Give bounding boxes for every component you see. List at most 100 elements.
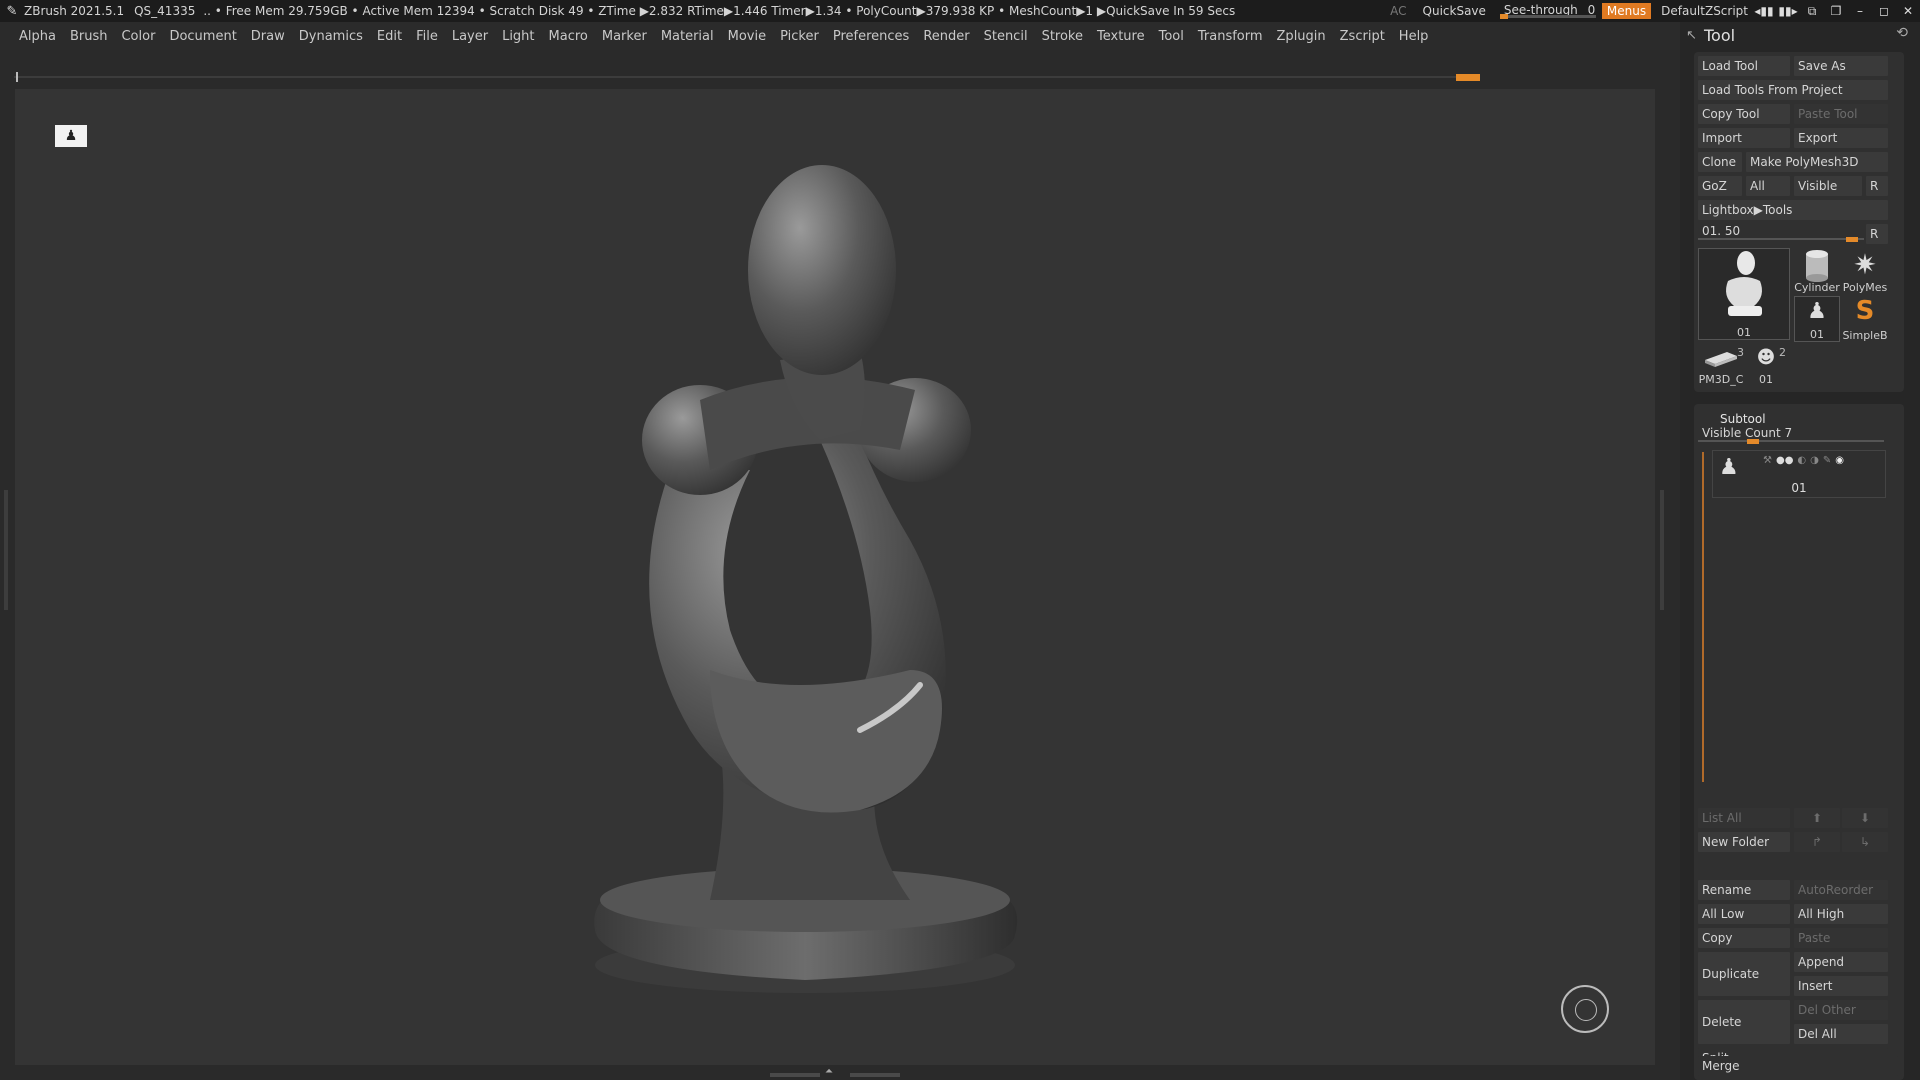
- minimize-icon[interactable]: –: [1848, 4, 1872, 18]
- menu-tool[interactable]: Tool: [1152, 29, 1191, 44]
- menu-marker[interactable]: Marker: [595, 29, 654, 44]
- move-into-folder-icon[interactable]: ↱: [1794, 832, 1840, 852]
- load-tool-button[interactable]: Load Tool: [1698, 56, 1790, 76]
- goz-all-button[interactable]: All: [1746, 176, 1790, 196]
- pin-icon[interactable]: ↖: [1686, 28, 1704, 43]
- scroll-left-icon[interactable]: ◂▮▮: [1752, 4, 1776, 18]
- merge-section[interactable]: Merge: [1698, 1056, 1898, 1076]
- tool-thumb-polymesh[interactable]: ✷ PolyMes: [1842, 248, 1888, 294]
- goz-visible-button[interactable]: Visible: [1794, 176, 1862, 196]
- pen-icon[interactable]: ✎: [1823, 455, 1831, 466]
- tool-thumb-01-small[interactable]: ☻ 2 01: [1746, 346, 1786, 386]
- menu-movie[interactable]: Movie: [721, 29, 773, 44]
- goz-button[interactable]: GoZ: [1698, 176, 1742, 196]
- half-circle-alt-icon[interactable]: ◑: [1810, 455, 1819, 466]
- paste-button[interactable]: Paste: [1794, 928, 1888, 948]
- quicksave-button[interactable]: QuickSave: [1415, 4, 1494, 18]
- right-tray-toggle[interactable]: [1660, 490, 1664, 610]
- menu-transform[interactable]: Transform: [1191, 29, 1270, 44]
- duplicate-button[interactable]: Duplicate: [1698, 952, 1790, 996]
- subtool-scrollbar[interactable]: [1702, 452, 1704, 782]
- subtool-item[interactable]: ♟ ⚒ ●● ◐ ◑ ✎ ◉ 01: [1712, 450, 1886, 498]
- menu-macro[interactable]: Macro: [542, 29, 595, 44]
- sculpt-model[interactable]: [560, 110, 1060, 1010]
- menu-dynamics[interactable]: Dynamics: [292, 29, 370, 44]
- menu-preferences[interactable]: Preferences: [826, 29, 916, 44]
- menu-file[interactable]: File: [409, 29, 445, 44]
- all-low-button[interactable]: All Low: [1698, 904, 1790, 924]
- list-all-button[interactable]: List All: [1698, 808, 1790, 828]
- export-button[interactable]: Export: [1794, 128, 1888, 148]
- tool-thumb-current[interactable]: 01: [1698, 248, 1790, 340]
- menu-light[interactable]: Light: [495, 29, 541, 44]
- move-down-icon[interactable]: ⬇: [1842, 808, 1888, 828]
- clone-button[interactable]: Clone: [1698, 152, 1742, 172]
- ac-toggle[interactable]: AC: [1382, 4, 1414, 18]
- save-as-button[interactable]: Save As: [1794, 56, 1888, 76]
- scroll-right-icon[interactable]: ▮▮▸: [1776, 4, 1800, 18]
- move-up-icon[interactable]: ⬆: [1794, 808, 1840, 828]
- menu-zplugin[interactable]: Zplugin: [1270, 29, 1333, 44]
- move-out-folder-icon[interactable]: ↳: [1842, 832, 1888, 852]
- brush-icon[interactable]: ⚒: [1763, 455, 1772, 466]
- new-folder-button[interactable]: New Folder: [1698, 832, 1790, 852]
- menu-alpha[interactable]: Alpha: [12, 29, 63, 44]
- maximize-icon[interactable]: ◻: [1872, 4, 1896, 18]
- menu-draw[interactable]: Draw: [244, 29, 292, 44]
- toggle-icon[interactable]: ●●: [1776, 455, 1793, 466]
- goz-r-button[interactable]: R: [1866, 176, 1888, 196]
- append-button[interactable]: Append: [1794, 952, 1888, 972]
- auto-reorder-button[interactable]: AutoReorder: [1794, 880, 1888, 900]
- close-icon[interactable]: ✕: [1896, 4, 1920, 18]
- copy-button[interactable]: Copy: [1698, 928, 1790, 948]
- lightbox-tools-button[interactable]: Lightbox▶Tools: [1698, 200, 1888, 220]
- left-tray-toggle[interactable]: [4, 490, 8, 610]
- load-tools-from-project-button[interactable]: Load Tools From Project: [1698, 80, 1888, 100]
- tool-slider-r-button[interactable]: R: [1866, 224, 1888, 244]
- menu-layer[interactable]: Layer: [445, 29, 495, 44]
- copy-tool-button[interactable]: Copy Tool: [1698, 104, 1790, 124]
- menu-material[interactable]: Material: [654, 29, 721, 44]
- all-high-button[interactable]: All High: [1794, 904, 1888, 924]
- menu-stroke[interactable]: Stroke: [1035, 29, 1090, 44]
- navigation-gizmo-icon[interactable]: [1561, 985, 1609, 1033]
- see-through-knob[interactable]: [1499, 14, 1508, 19]
- tool-preview-icon[interactable]: ♟: [55, 125, 87, 147]
- del-other-button[interactable]: Del Other: [1794, 1000, 1888, 1020]
- del-all-button[interactable]: Del All: [1794, 1024, 1888, 1044]
- import-button[interactable]: Import: [1698, 128, 1790, 148]
- rename-button[interactable]: Rename: [1698, 880, 1790, 900]
- timeline[interactable]: [14, 72, 1480, 82]
- menu-zscript[interactable]: Zscript: [1333, 29, 1392, 44]
- menu-brush[interactable]: Brush: [63, 29, 115, 44]
- restore-layout-icon[interactable]: ❐: [1824, 4, 1848, 18]
- visible-count-slider[interactable]: Visible Count 7: [1698, 424, 1884, 444]
- tool-thumb-simplebrush[interactable]: S SimpleB: [1842, 296, 1888, 342]
- timeline-start-marker[interactable]: [16, 72, 18, 82]
- eye-icon[interactable]: ◉: [1835, 455, 1844, 466]
- half-circle-icon[interactable]: ◐: [1797, 455, 1806, 466]
- menu-picker[interactable]: Picker: [773, 29, 826, 44]
- tool-slider-knob[interactable]: [1845, 237, 1858, 242]
- tool-thumb-01[interactable]: ♟ 01: [1794, 296, 1840, 342]
- menu-help[interactable]: Help: [1392, 29, 1436, 44]
- insert-button[interactable]: Insert: [1794, 976, 1888, 996]
- menu-document[interactable]: Document: [162, 29, 243, 44]
- menu-edit[interactable]: Edit: [370, 29, 409, 44]
- bottom-tray-toggle[interactable]: ⏶: [770, 1066, 900, 1078]
- timeline-current-marker[interactable]: [1456, 74, 1480, 81]
- tool-thumb-pm3d[interactable]: 3 PM3D_C: [1698, 346, 1744, 386]
- menu-color[interactable]: Color: [114, 29, 162, 44]
- visible-count-knob[interactable]: [1746, 439, 1759, 444]
- menu-texture[interactable]: Texture: [1090, 29, 1152, 44]
- make-polymesh3d-button[interactable]: Make PolyMesh3D: [1746, 152, 1888, 172]
- tool-thumb-cylinder[interactable]: Cylinder: [1794, 248, 1840, 294]
- paste-tool-button[interactable]: Paste Tool: [1794, 104, 1888, 124]
- menus-button[interactable]: Menus: [1601, 3, 1652, 19]
- refresh-icon[interactable]: ⟲: [1896, 25, 1908, 41]
- tool-slider[interactable]: 01. 50: [1698, 222, 1864, 242]
- menu-stencil[interactable]: Stencil: [977, 29, 1035, 44]
- default-zscript-button[interactable]: DefaultZScript: [1657, 4, 1752, 18]
- see-through-slider[interactable]: See-through 0: [1499, 2, 1596, 20]
- delete-button[interactable]: Delete: [1698, 1000, 1790, 1044]
